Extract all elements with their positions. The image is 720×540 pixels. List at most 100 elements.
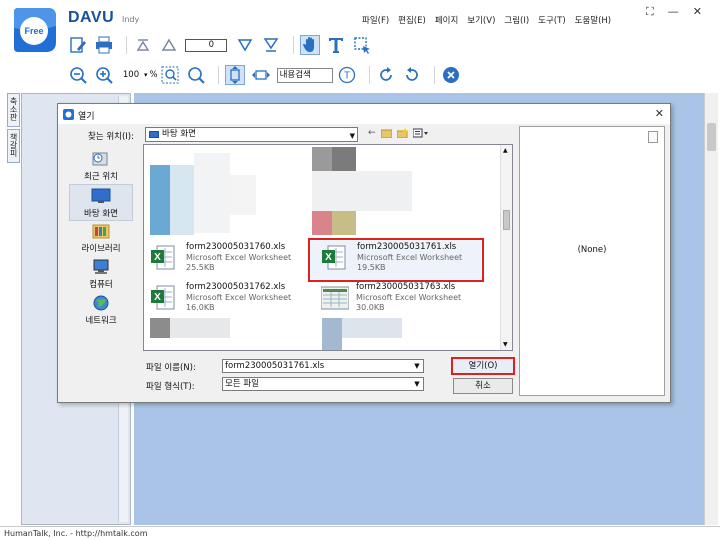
- page-number-input[interactable]: 0: [185, 38, 227, 52]
- desktop-folder-icon: [149, 131, 159, 138]
- toolbar-row-2: 100 ▾ % 내용검색 T: [68, 65, 467, 85]
- filetype-dropdown[interactable]: 모든 파일 ▼: [222, 377, 424, 391]
- blurred-thumbnail[interactable]: [312, 171, 412, 211]
- toolbar-separator: [368, 66, 370, 84]
- desktop-icon: [91, 187, 111, 205]
- lookin-label: 찾는 위치(I):: [88, 132, 134, 142]
- zoom-area-icon[interactable]: [160, 65, 180, 85]
- fit-width-icon[interactable]: [251, 65, 271, 85]
- toolbar-row-1: 0: [68, 35, 378, 55]
- blurred-thumbnail[interactable]: [194, 153, 230, 233]
- menu-file[interactable]: 파일(F): [362, 14, 389, 26]
- blurred-thumbnail[interactable]: [332, 211, 356, 235]
- chevron-down-icon[interactable]: ▾: [144, 71, 148, 79]
- place-libraries[interactable]: 라이브러리: [69, 220, 133, 257]
- fit-height-icon[interactable]: [224, 65, 245, 85]
- place-recent[interactable]: 최근 위치: [69, 148, 133, 185]
- filetype-value: 모든 파일: [225, 379, 259, 389]
- up-folder-icon[interactable]: [380, 128, 393, 141]
- close-window-button[interactable]: ✕: [693, 5, 702, 19]
- blurred-thumbnail[interactable]: [170, 165, 194, 235]
- menu-page[interactable]: 페이지: [435, 14, 458, 26]
- dialog-titlebar: 열기 ✕: [58, 104, 670, 124]
- hand-tool-icon[interactable]: [300, 35, 320, 55]
- canvas-scroll-thumb[interactable]: [707, 123, 716, 151]
- menu-image[interactable]: 그림(I): [504, 14, 529, 26]
- cancel-button[interactable]: 취소: [453, 378, 513, 394]
- zoom-unit: %: [149, 70, 158, 80]
- place-libraries-label: 라이브러리: [81, 244, 121, 254]
- stop-icon[interactable]: [441, 65, 461, 85]
- file-item[interactable]: form230005031763.xls Microsoft Excel Wor…: [318, 280, 488, 320]
- tab-bookmarks[interactable]: 책갈피: [7, 129, 20, 163]
- text-select-icon[interactable]: [326, 35, 346, 55]
- file-item-selected[interactable]: X form230005031761.xls Microsoft Excel W…: [308, 238, 484, 282]
- open-button[interactable]: 열기(O): [451, 357, 515, 375]
- first-page-icon[interactable]: [133, 35, 153, 55]
- menu-help[interactable]: 도움말(H): [575, 14, 611, 26]
- zoom-level-value[interactable]: 100: [120, 70, 142, 80]
- last-page-icon[interactable]: [261, 35, 281, 55]
- place-desktop-label: 바탕 화면: [84, 209, 118, 219]
- blurred-thumbnail[interactable]: [170, 318, 230, 338]
- canvas-scrollbar[interactable]: [704, 93, 718, 525]
- blurred-thumbnail[interactable]: [150, 318, 170, 338]
- blurred-thumbnail[interactable]: [230, 175, 256, 215]
- view-menu-icon[interactable]: [412, 128, 429, 141]
- file-type: Microsoft Excel Worksheet: [186, 293, 292, 302]
- zoom-in-icon[interactable]: [94, 65, 114, 85]
- chevron-down-icon[interactable]: ▼: [412, 361, 422, 371]
- blurred-thumbnail[interactable]: [150, 165, 170, 235]
- toolbar-separator: [293, 36, 294, 54]
- file-item[interactable]: X form230005031760.xls Microsoft Excel W…: [148, 240, 318, 280]
- rotate-left-icon[interactable]: [402, 65, 422, 85]
- menu-view[interactable]: 보기(V): [467, 14, 495, 26]
- place-network[interactable]: 네트워크: [69, 292, 133, 329]
- preview-page-icon[interactable]: [648, 131, 658, 143]
- back-arrow-icon[interactable]: ←: [368, 128, 376, 141]
- svg-text:X: X: [154, 252, 161, 263]
- magnifier-icon[interactable]: [186, 65, 206, 85]
- lookin-dropdown[interactable]: 바탕 화면 ▼: [145, 127, 358, 142]
- next-page-icon[interactable]: [235, 35, 255, 55]
- dialog-close-button[interactable]: ✕: [655, 107, 664, 120]
- new-folder-icon[interactable]: [396, 128, 408, 141]
- search-icon[interactable]: T: [337, 65, 357, 85]
- blurred-thumbnail[interactable]: [312, 147, 332, 171]
- blurred-thumbnail[interactable]: [312, 211, 332, 235]
- fullscreen-button[interactable]: ⛶: [646, 5, 654, 19]
- toolbar-separator: [126, 36, 127, 54]
- file-item[interactable]: X form230005031762.xls Microsoft Excel W…: [148, 280, 318, 320]
- blurred-thumbnail[interactable]: [322, 318, 342, 350]
- place-computer[interactable]: 컴퓨터: [69, 256, 133, 293]
- tab-thumbnails[interactable]: 축소판: [7, 93, 20, 127]
- toolbar-separator: [217, 66, 219, 84]
- content-search-input[interactable]: 내용검색: [276, 67, 333, 83]
- rotate-right-icon[interactable]: [376, 65, 396, 85]
- chevron-down-icon[interactable]: ▼: [412, 379, 422, 389]
- menu-tools[interactable]: 도구(T): [538, 14, 565, 26]
- svg-text:X: X: [154, 292, 161, 303]
- libraries-icon: [91, 222, 111, 240]
- excel-file-icon: X: [322, 245, 346, 271]
- minimize-button[interactable]: —: [668, 5, 679, 19]
- lookin-value: 바탕 화면: [162, 129, 196, 139]
- filetype-label: 파일 형식(T):: [146, 382, 195, 392]
- blurred-thumbnail[interactable]: [342, 318, 402, 338]
- excel-file-icon: X: [151, 245, 175, 271]
- place-network-label: 네트워크: [85, 316, 117, 326]
- print-icon[interactable]: [94, 35, 114, 55]
- file-list-scrollbar[interactable]: ▲ ▼: [500, 145, 512, 350]
- filename-input[interactable]: form230005031761.xls ▼: [222, 359, 424, 373]
- area-select-icon[interactable]: [352, 35, 372, 55]
- open-file-dialog: 열기 ✕ 찾는 위치(I): 바탕 화면 ▼ ← 최근 위치 바탕 화면 라이브…: [57, 103, 671, 403]
- zoom-out-icon[interactable]: [68, 65, 88, 85]
- file-list-scroll-thumb[interactable]: [503, 210, 510, 230]
- place-desktop[interactable]: 바탕 화면: [69, 184, 133, 221]
- scroll-up-icon[interactable]: ▲: [503, 147, 508, 154]
- menu-edit[interactable]: 편집(E): [398, 14, 426, 26]
- previous-page-icon[interactable]: [159, 35, 179, 55]
- scroll-down-icon[interactable]: ▼: [503, 341, 508, 348]
- blurred-thumbnail[interactable]: [332, 147, 356, 171]
- edit-document-icon[interactable]: [68, 35, 88, 55]
